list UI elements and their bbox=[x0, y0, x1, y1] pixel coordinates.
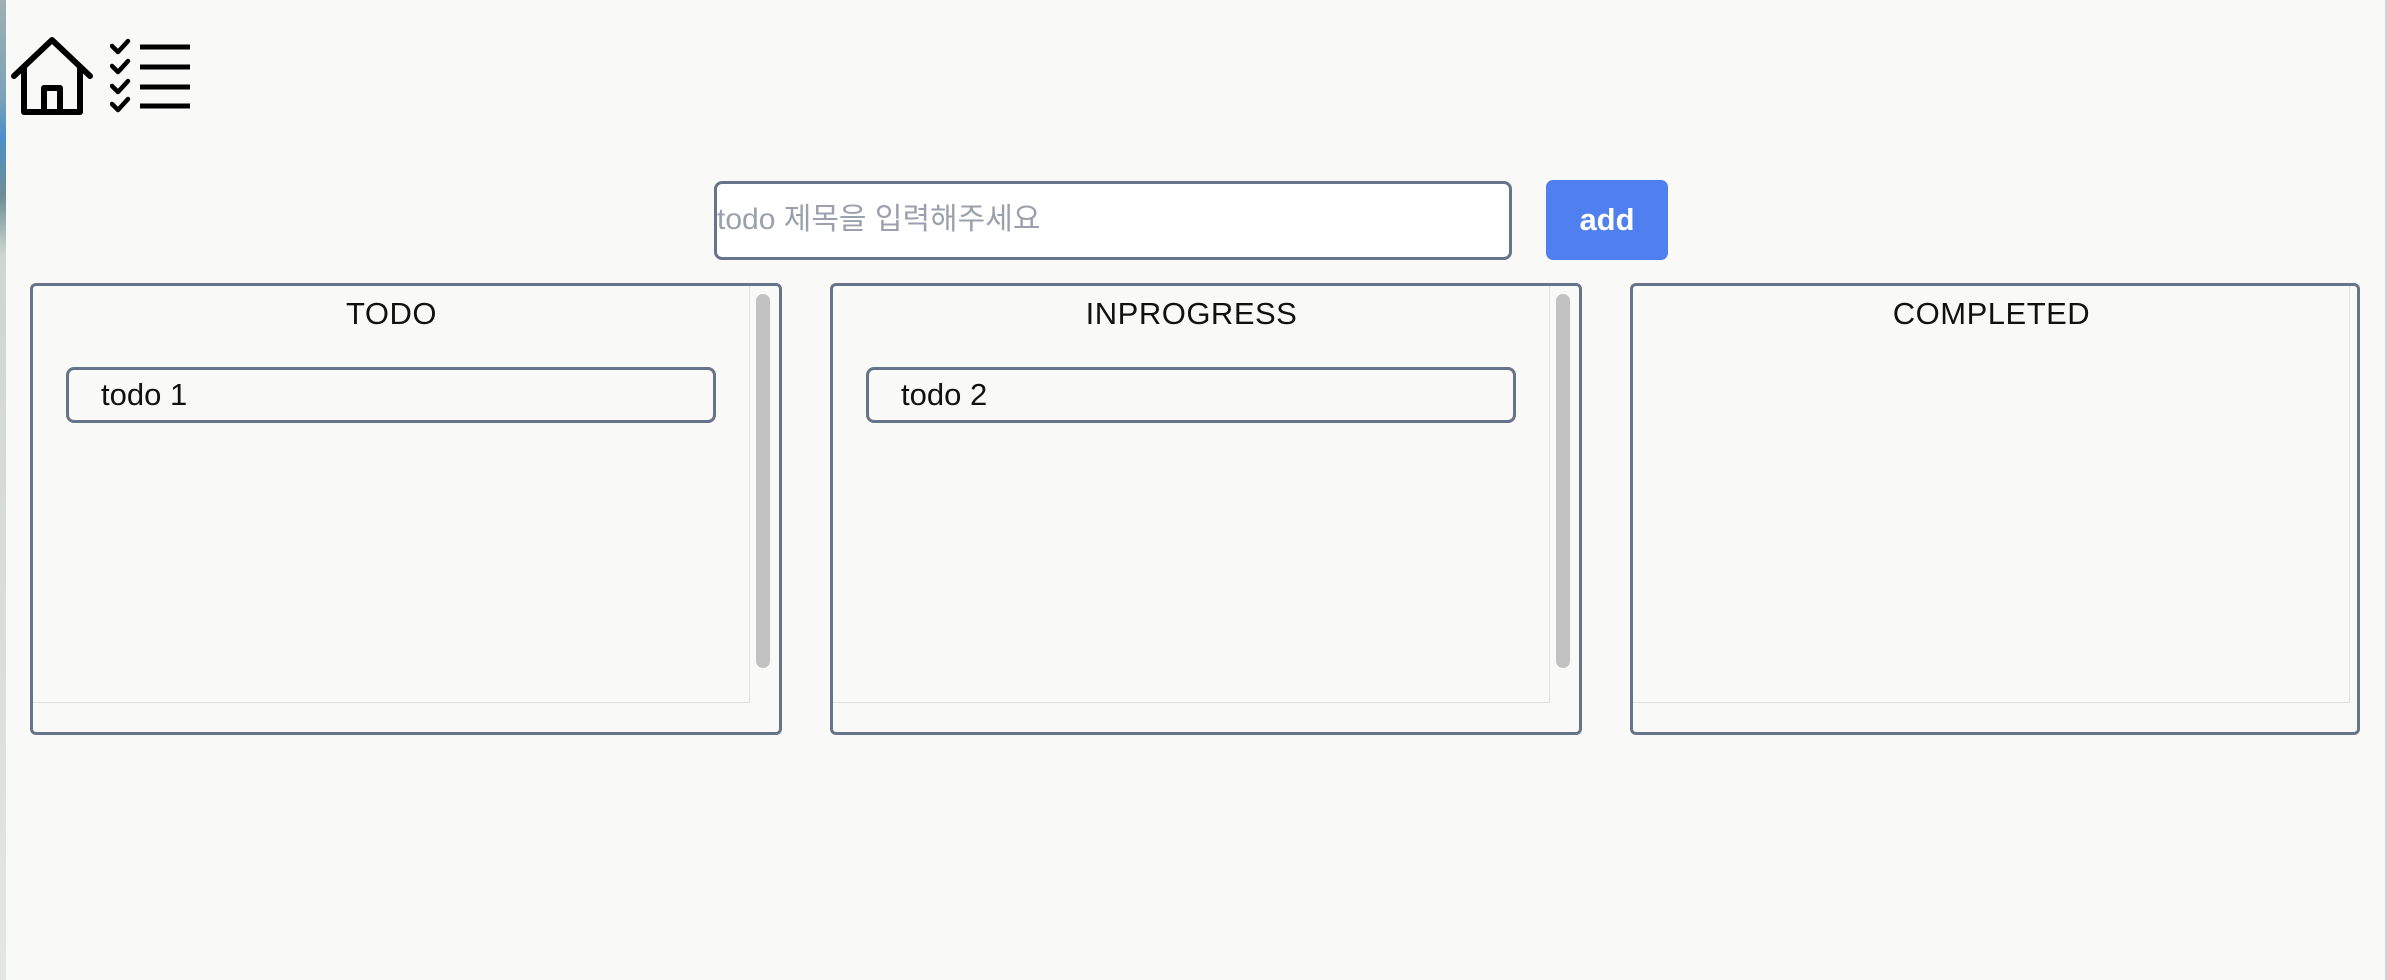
column-completed: COMPLETED bbox=[1630, 283, 2360, 735]
todo-card[interactable]: todo 2 bbox=[866, 367, 1516, 423]
column-todo: TODO todo 1 bbox=[30, 283, 782, 735]
app-window: add TODO todo 1 INPROGRESS todo 2 COMPLE… bbox=[0, 0, 2388, 980]
column-scroll-area[interactable]: TODO todo 1 bbox=[33, 286, 750, 703]
top-nav bbox=[8, 34, 192, 118]
home-icon[interactable] bbox=[8, 34, 96, 118]
todo-card[interactable]: todo 1 bbox=[66, 367, 716, 423]
scrollbar-thumb[interactable] bbox=[1556, 294, 1570, 668]
desktop-background-strip bbox=[0, 0, 6, 980]
column-scroll-area[interactable]: COMPLETED bbox=[1633, 286, 2350, 703]
todo-title-input[interactable] bbox=[714, 180, 1512, 260]
column-title: COMPLETED bbox=[1892, 296, 2091, 331]
column-title: INPROGRESS bbox=[1085, 296, 1298, 331]
add-button[interactable]: add bbox=[1546, 180, 1668, 260]
column-scroll-area[interactable]: INPROGRESS todo 2 bbox=[833, 286, 1550, 703]
checklist-icon[interactable] bbox=[110, 38, 192, 114]
column-title: TODO bbox=[346, 296, 437, 331]
column-inprogress: INPROGRESS todo 2 bbox=[830, 283, 1582, 735]
add-todo-form: add bbox=[714, 180, 1668, 260]
scrollbar-thumb[interactable] bbox=[756, 294, 770, 668]
